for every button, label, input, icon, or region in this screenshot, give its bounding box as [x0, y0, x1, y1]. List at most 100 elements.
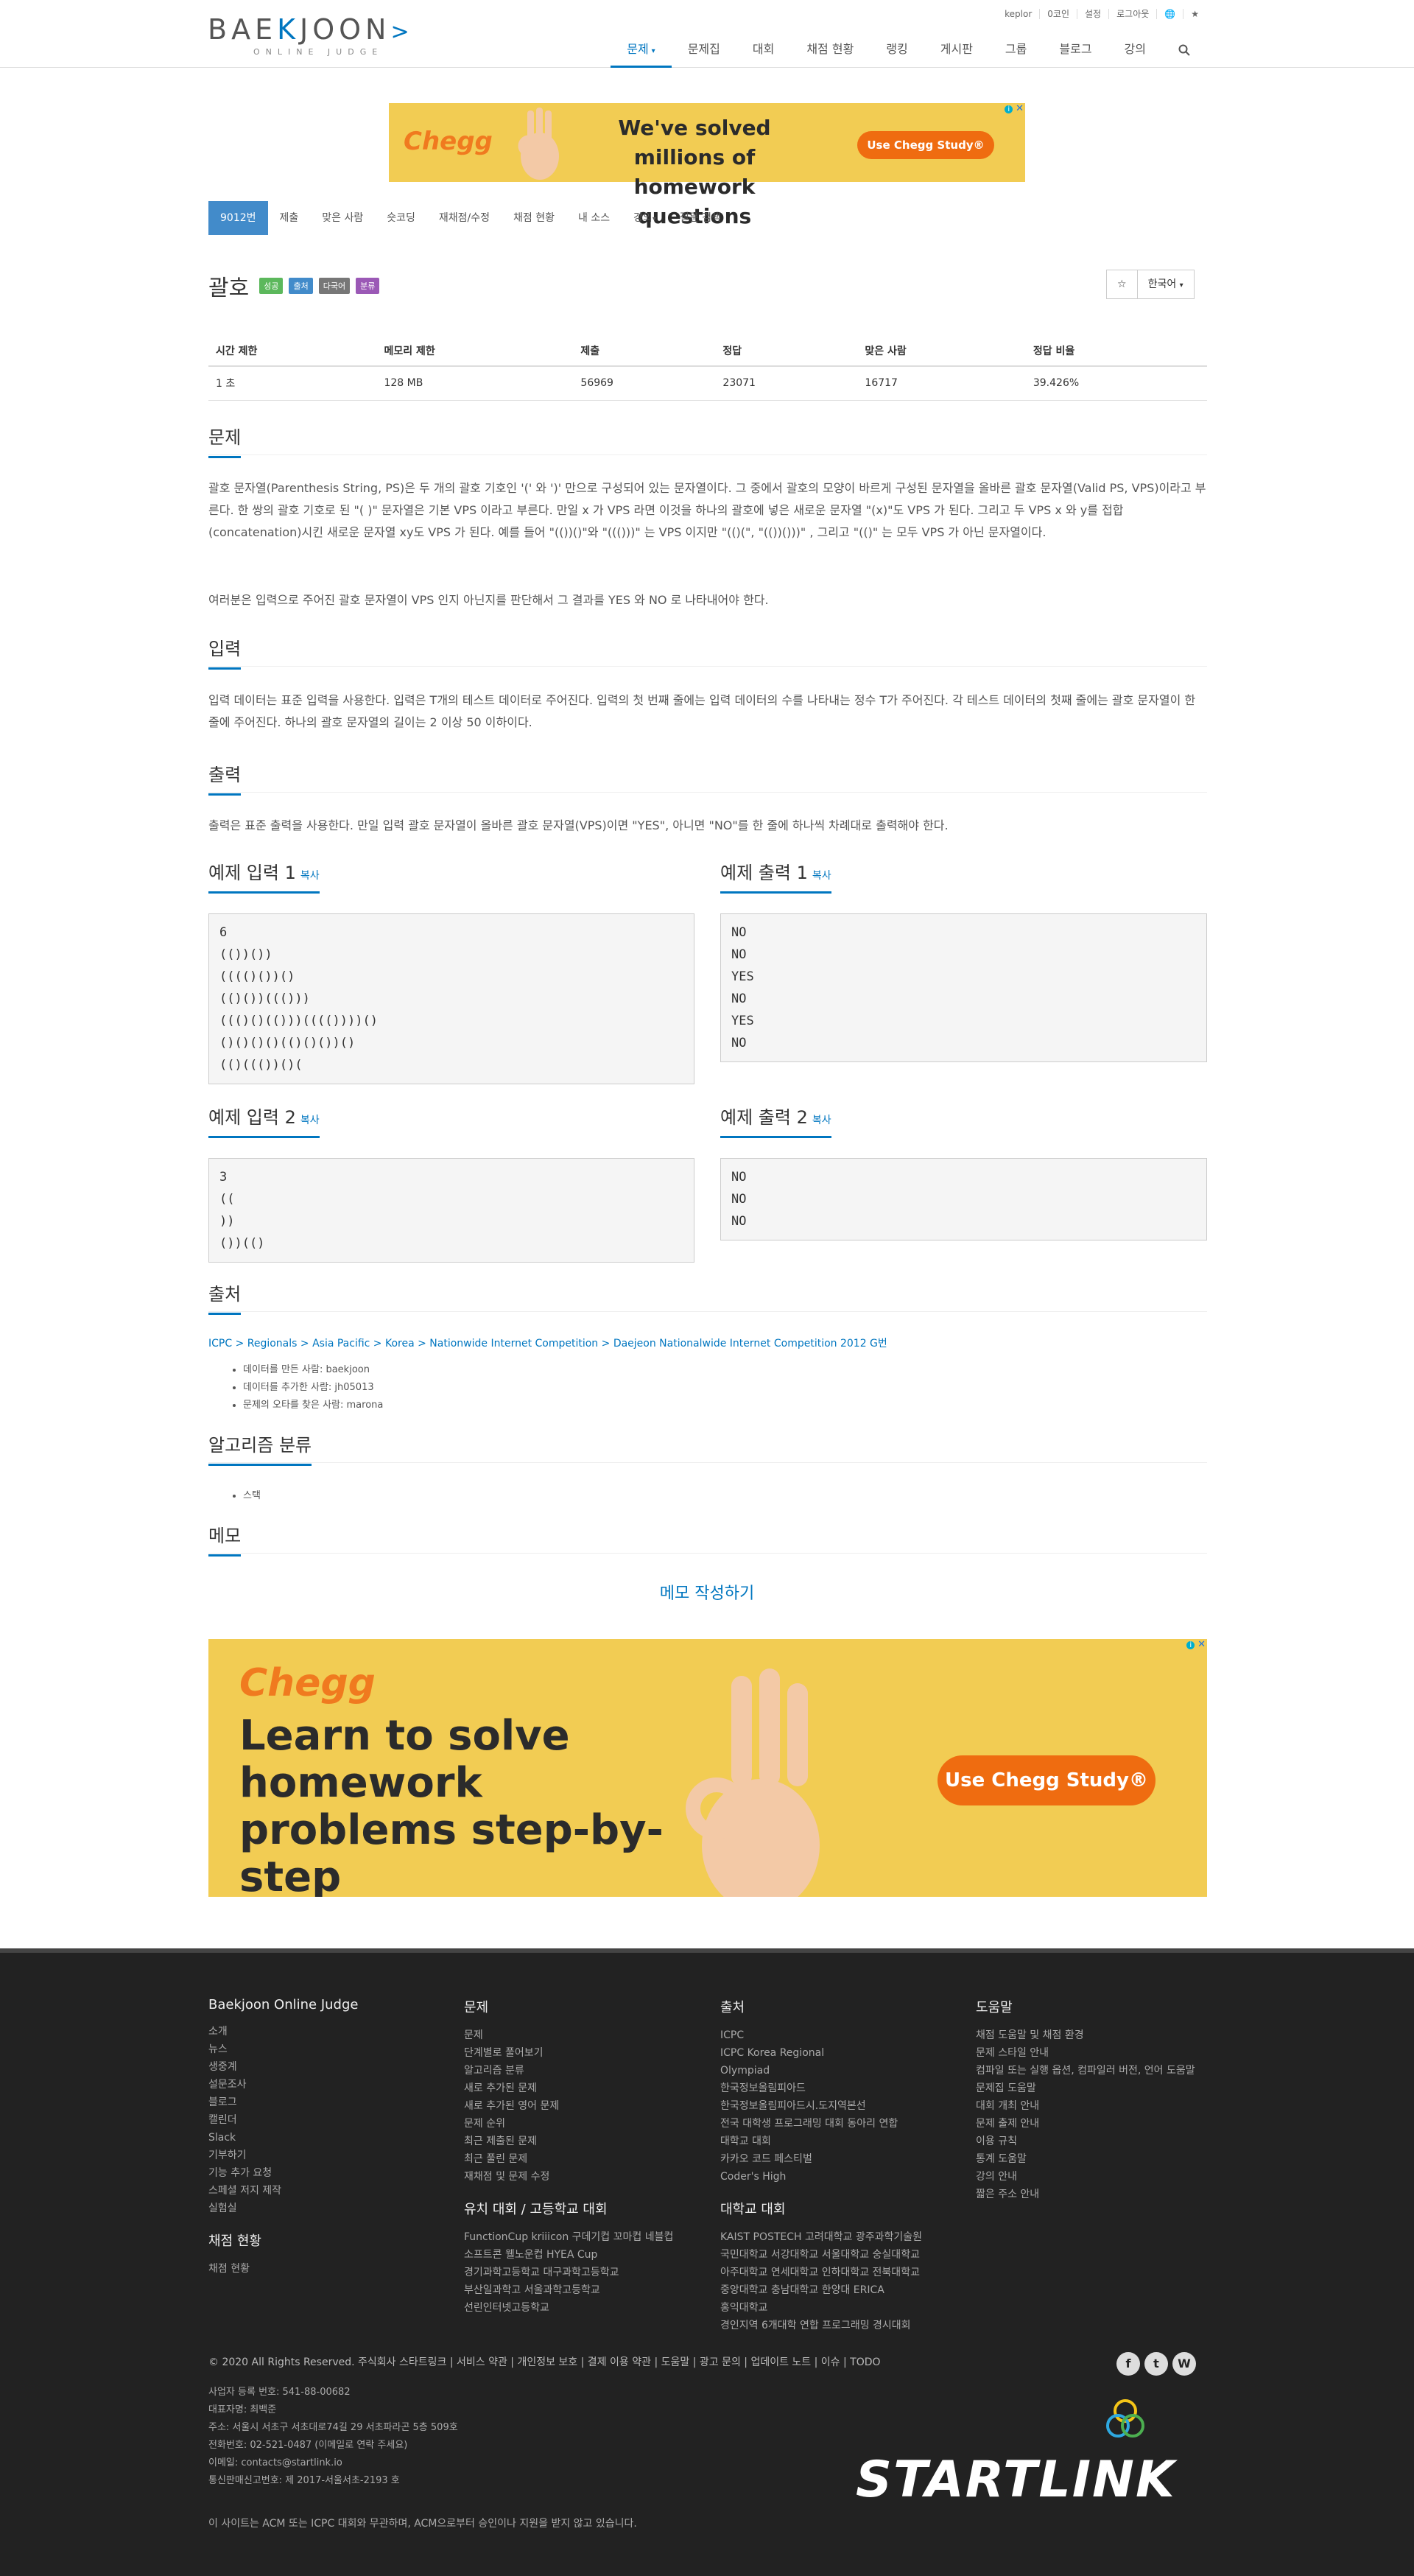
baekjoon-logo[interactable]: BAEKJOON> ONLINE JUDGE: [208, 13, 429, 57]
ad-close-icon[interactable]: i ✕: [1186, 1639, 1206, 1650]
ad-cta-button[interactable]: Use Chegg Study®: [857, 131, 994, 159]
label-category[interactable]: 분류: [356, 278, 380, 294]
footer-link[interactable]: 강의 안내: [976, 2168, 1211, 2186]
footer-link[interactable]: 소프트콘 웰노운컵 HYEA Cup: [464, 2246, 700, 2264]
tab-question-search[interactable]: 질문 검색: [668, 201, 733, 235]
footer-link[interactable]: 알고리즘 분류: [464, 2062, 700, 2080]
footer-link[interactable]: ICPC Korea Regional: [720, 2044, 956, 2062]
footer-link[interactable]: 기부하기: [208, 2147, 444, 2164]
footer-link[interactable]: 이용 규칙: [976, 2133, 1211, 2150]
footer-link[interactable]: 최근 풀린 문제: [464, 2150, 700, 2168]
facebook-icon[interactable]: f: [1116, 2352, 1140, 2376]
footer-link[interactable]: 소개: [208, 2023, 444, 2040]
nav-group[interactable]: 그룹: [989, 37, 1043, 68]
footer-link[interactable]: 대회 개최 안내: [976, 2097, 1211, 2115]
nav-ranking[interactable]: 랭킹: [870, 37, 924, 68]
footer-link[interactable]: 캘린더: [208, 2111, 444, 2129]
footer-link[interactable]: 대학교 대회: [720, 2133, 956, 2150]
footer-bottom-links[interactable]: © 2020 All Rights Reserved. 주식회사 스타트링크 |…: [208, 2354, 881, 2369]
footer-link[interactable]: 문제 출제 안내: [976, 2115, 1211, 2133]
footer-link[interactable]: Slack: [208, 2129, 444, 2147]
language-select[interactable]: 한국어 ▾: [1137, 270, 1195, 299]
nav-problem[interactable]: 문제 ▾: [611, 37, 672, 68]
footer-link[interactable]: 최근 제출된 문제: [464, 2133, 700, 2150]
nav-lecture[interactable]: 강의: [1108, 37, 1162, 68]
footer-link[interactable]: Coder's High: [720, 2168, 956, 2186]
tab-lecture[interactable]: 강의▾: [622, 201, 668, 235]
tab-short-coding[interactable]: 숏코딩: [375, 201, 427, 235]
copy-sample-output-2[interactable]: 복사: [812, 1115, 831, 1126]
footer-link[interactable]: 카카오 코드 페스티벌: [720, 2150, 956, 2168]
tab-submit[interactable]: 제출: [268, 201, 311, 235]
tab-problem-number[interactable]: 9012번: [208, 201, 268, 235]
nav-workbook[interactable]: 문제집: [672, 37, 736, 68]
footer-link[interactable]: 실험실: [208, 2200, 444, 2217]
ad-banner-top[interactable]: Chegg We've solved millions of homework …: [389, 103, 1025, 228]
nav-blog[interactable]: 블로그: [1043, 37, 1108, 68]
nav-contest[interactable]: 대회: [736, 37, 790, 68]
footer-link[interactable]: 전국 대학생 프로그래밍 대회 동아리 연합: [720, 2115, 956, 2133]
footer-link[interactable]: 새로 추가된 영어 문제: [464, 2097, 700, 2115]
copy-sample-input-1[interactable]: 복사: [300, 870, 320, 882]
footer-link[interactable]: KAIST POSTECH 고려대학교 광주과학기술원: [720, 2228, 956, 2246]
footer-link[interactable]: 재채점 및 문제 수정: [464, 2168, 700, 2186]
nav-board[interactable]: 게시판: [924, 37, 989, 68]
footer-link[interactable]: 경기과학고등학교 대구과학고등학교: [464, 2264, 700, 2281]
coin-link[interactable]: 0코인: [1040, 9, 1078, 19]
footer-link[interactable]: 스페셜 저지 제작: [208, 2182, 444, 2200]
footer-link[interactable]: 아주대학교 연세대학교 인하대학교 전북대학교: [720, 2264, 956, 2281]
ad-close-icon[interactable]: i ✕: [1005, 103, 1024, 114]
footer-link[interactable]: 생중계: [208, 2058, 444, 2076]
footer-link[interactable]: 채점 도움말 및 채점 환경: [976, 2026, 1211, 2044]
wordpress-icon[interactable]: W: [1172, 2352, 1196, 2376]
footer-link[interactable]: 문제: [464, 2026, 700, 2044]
footer-link[interactable]: 설문조사: [208, 2076, 444, 2094]
copy-sample-input-2[interactable]: 복사: [300, 1115, 320, 1126]
footer-link[interactable]: 채점 현황: [208, 2260, 444, 2278]
tab-solvers[interactable]: 맞은 사람: [310, 201, 375, 235]
footer-link[interactable]: 홍익대학교: [720, 2299, 956, 2317]
ad-cta-button[interactable]: Use Chegg Study®: [938, 1755, 1156, 1805]
footer-link[interactable]: Olympiad: [720, 2062, 956, 2080]
footer-link[interactable]: ICPC: [720, 2026, 956, 2044]
footer-link[interactable]: 단계별로 풀어보기: [464, 2044, 700, 2062]
source-breadcrumb[interactable]: ICPC > Regionals > Asia Pacific > Korea …: [208, 1336, 887, 1350]
write-memo-button[interactable]: 메모 작성하기: [0, 1580, 1414, 1604]
footer-link[interactable]: 블로그: [208, 2094, 444, 2111]
tab-my-source[interactable]: 내 소스: [566, 201, 622, 235]
footer-link[interactable]: 문제집 도움말: [976, 2080, 1211, 2097]
footer-link[interactable]: 선린인터넷고등학교: [464, 2299, 700, 2317]
footer-link[interactable]: 부산일과학고 서울과학고등학교: [464, 2281, 700, 2299]
favorite-star-button[interactable]: ☆: [1106, 270, 1138, 299]
twitter-icon[interactable]: t: [1144, 2352, 1168, 2376]
nav-status[interactable]: 채점 현황: [790, 37, 870, 68]
footer-link[interactable]: 한국정보올림피아드: [720, 2080, 956, 2097]
globe-icon[interactable]: 🌐: [1157, 9, 1184, 19]
tab-rejudge[interactable]: 재채점/수정: [427, 201, 502, 235]
footer-link[interactable]: 경인지역 6개대학 연합 프로그래밍 경시대회: [720, 2317, 956, 2334]
user-link[interactable]: keplor: [997, 9, 1041, 19]
footer-link[interactable]: FunctionCup kriiicon 구데기컵 꼬마컵 네블컵: [464, 2228, 700, 2246]
source-path-link[interactable]: ICPC > Regionals > Asia Pacific > Korea …: [208, 1338, 887, 1350]
footer-col-title: 유치 대회 / 고등학교 대회: [464, 2202, 608, 2217]
footer-link[interactable]: 새로 추가된 문제: [464, 2080, 700, 2097]
footer-link[interactable]: 국민대학교 서강대학교 서울대학교 숭실대학교: [720, 2246, 956, 2264]
ad-banner-bottom[interactable]: Chegg Learn to solve homework problems s…: [208, 1639, 1207, 1897]
tab-status[interactable]: 채점 현황: [502, 201, 566, 235]
footer-link[interactable]: 짧은 주소 안내: [976, 2186, 1211, 2203]
footer-link[interactable]: 통계 도움말: [976, 2150, 1211, 2168]
footer-link[interactable]: 한국정보올림피아드시.도지역본선: [720, 2097, 956, 2115]
settings-link[interactable]: 설정: [1077, 9, 1110, 19]
footer-link[interactable]: 뉴스: [208, 2040, 444, 2058]
copy-sample-output-1[interactable]: 복사: [812, 870, 831, 882]
footer-link[interactable]: 컴파일 또는 실행 옵션, 컴파일러 버전, 언어 도움말: [976, 2062, 1211, 2080]
footer-link[interactable]: 중앙대학교 충남대학교 한양대 ERICA: [720, 2281, 956, 2299]
label-source[interactable]: 출처: [289, 278, 313, 294]
algorithm-item[interactable]: 스택: [243, 1487, 261, 1505]
star-icon[interactable]: ★: [1183, 9, 1206, 19]
search-icon[interactable]: [1162, 37, 1206, 68]
logout-link[interactable]: 로그아웃: [1109, 9, 1158, 19]
footer-link[interactable]: 문제 스타일 안내: [976, 2044, 1211, 2062]
footer-link[interactable]: 기능 추가 요청: [208, 2164, 444, 2182]
footer-link[interactable]: 문제 순위: [464, 2115, 700, 2133]
